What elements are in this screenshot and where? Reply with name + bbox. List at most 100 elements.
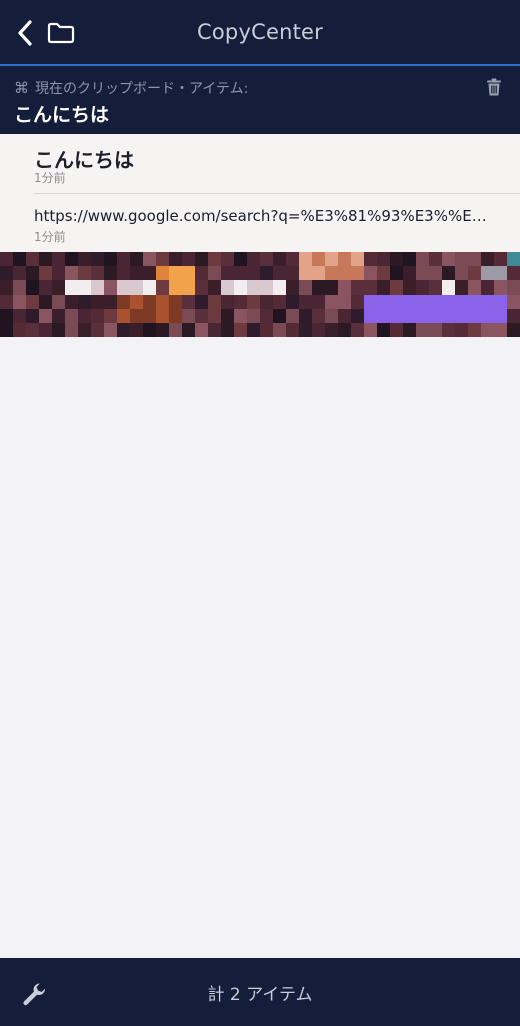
pixel-tile xyxy=(468,322,481,338)
pixel-tile xyxy=(156,294,169,309)
pixel-tile xyxy=(130,280,143,295)
pixel-tile xyxy=(325,322,338,338)
pixel-tile xyxy=(429,308,442,323)
pixel-tile xyxy=(169,322,182,338)
pixel-tile xyxy=(286,308,299,323)
pixel-tile xyxy=(247,294,260,309)
pixel-tile xyxy=(195,280,208,295)
page-title: CopyCenter xyxy=(197,20,323,44)
pixel-tile xyxy=(91,266,104,281)
pixel-tile xyxy=(143,294,156,309)
pixel-tile xyxy=(0,294,13,309)
item-count: 計 2 アイテム xyxy=(207,984,313,1005)
pixel-tile xyxy=(312,280,325,295)
pixel-tile xyxy=(325,294,338,309)
pixel-tile xyxy=(156,280,169,295)
pixel-tile xyxy=(78,294,91,309)
pixel-tile xyxy=(169,294,182,309)
pixel-tile xyxy=(39,252,52,267)
pixel-tile xyxy=(325,266,338,281)
pixel-tile xyxy=(52,322,65,338)
pixel-tile xyxy=(468,280,481,295)
pixel-tile xyxy=(221,252,234,267)
pixel-tile xyxy=(234,266,247,281)
pixel-tile xyxy=(104,280,117,295)
pixel-tile xyxy=(494,322,507,338)
pixel-tile xyxy=(468,252,481,267)
pixel-tile xyxy=(65,266,78,281)
chevron-left-icon xyxy=(18,20,32,46)
pixel-tile xyxy=(91,280,104,295)
settings-button[interactable] xyxy=(20,980,48,1008)
pixel-tile xyxy=(299,280,312,295)
pixel-tile xyxy=(13,308,26,323)
pixel-tile xyxy=(156,308,169,323)
pixel-tile xyxy=(234,252,247,267)
pixel-tile xyxy=(273,252,286,267)
pixel-tile xyxy=(26,252,39,267)
pixel-tile xyxy=(195,322,208,338)
pixel-tile xyxy=(130,266,143,281)
pixel-tile xyxy=(481,280,494,295)
folder-button[interactable] xyxy=(46,18,76,48)
pixel-tile xyxy=(390,322,403,338)
pixel-tile xyxy=(78,322,91,338)
pixel-tile xyxy=(442,322,455,338)
pixel-tile xyxy=(104,252,117,267)
pixel-tile xyxy=(338,294,351,309)
pixel-tile xyxy=(273,280,286,295)
pixel-tile xyxy=(91,308,104,323)
pixel-tile xyxy=(117,308,130,323)
pixel-tile xyxy=(65,280,78,295)
pixel-tile xyxy=(169,266,182,281)
pixel-tile xyxy=(312,266,325,281)
pixel-tile xyxy=(91,294,104,309)
list-item-time: 1分前 xyxy=(34,171,66,185)
pixel-tile xyxy=(507,266,520,281)
pixel-tile xyxy=(364,252,377,267)
pixel-tile xyxy=(442,280,455,295)
pixel-tile xyxy=(416,308,429,323)
pixel-tile xyxy=(13,280,26,295)
pixel-tile xyxy=(299,322,312,338)
pixel-tile xyxy=(273,294,286,309)
pixel-tile xyxy=(182,308,195,323)
pixel-tile xyxy=(182,280,195,295)
pixel-tile xyxy=(130,252,143,267)
delete-button[interactable] xyxy=(484,76,504,98)
pixel-tile xyxy=(377,308,390,323)
list-item[interactable]: https://www.google.com/search?q=%E3%81%9… xyxy=(0,193,520,252)
back-button[interactable] xyxy=(10,18,40,48)
pixel-tile xyxy=(312,322,325,338)
pixel-tile xyxy=(260,294,273,309)
pixel-tile xyxy=(247,266,260,281)
pixel-tile xyxy=(377,322,390,338)
list-item[interactable]: こんにちは 1分前 xyxy=(0,134,520,193)
pixel-tile xyxy=(130,294,143,309)
pixel-tile xyxy=(507,322,520,338)
pixel-tile xyxy=(442,294,455,309)
pixel-tile xyxy=(26,280,39,295)
pixel-tile xyxy=(117,294,130,309)
pixel-tile xyxy=(169,280,182,295)
pixel-tile xyxy=(442,308,455,323)
pixel-tile xyxy=(65,252,78,267)
pixel-tile xyxy=(364,266,377,281)
pixel-tile xyxy=(312,252,325,267)
pixel-tile xyxy=(429,266,442,281)
pixel-tile xyxy=(455,252,468,267)
pixel-tile xyxy=(455,308,468,323)
pixel-tile xyxy=(442,266,455,281)
pixel-tile xyxy=(39,280,52,295)
pixel-tile xyxy=(117,322,130,338)
pixel-tile xyxy=(403,252,416,267)
pixel-tile xyxy=(143,280,156,295)
pixel-tile xyxy=(195,294,208,309)
pixel-tile xyxy=(429,294,442,309)
pixel-tile xyxy=(208,308,221,323)
image-clipboard-item[interactable] xyxy=(0,252,520,338)
pixel-tile xyxy=(39,266,52,281)
pixel-tile xyxy=(104,294,117,309)
nav-left-controls xyxy=(10,18,76,48)
pixel-tile xyxy=(481,308,494,323)
